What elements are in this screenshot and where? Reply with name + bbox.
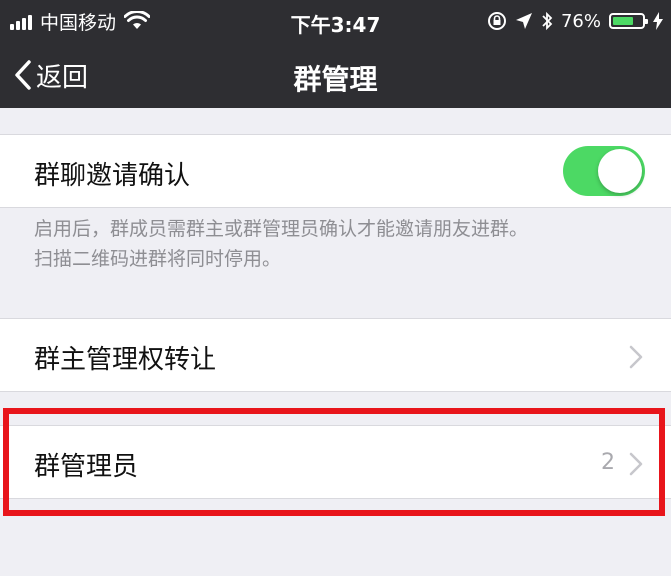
orientation-lock-icon bbox=[487, 12, 506, 30]
invite-confirm-description: 启用后，群成员需群主或群管理员确认才能邀请朋友进群。 扫描二维码进群将同时停用。 bbox=[34, 214, 664, 274]
description-line-2: 扫描二维码进群将同时停用。 bbox=[34, 248, 282, 270]
status-right: 76% bbox=[479, 9, 663, 33]
chevron-right-icon bbox=[629, 345, 643, 369]
charging-icon bbox=[653, 12, 663, 30]
group-admins-row[interactable]: 群管理员 2 bbox=[0, 425, 671, 499]
navigation-bar: 返回 群管理 bbox=[0, 42, 671, 108]
status-bar: 中国移动 下午3:47 76% bbox=[0, 0, 671, 42]
group-admins-count: 2 bbox=[601, 450, 615, 475]
transfer-owner-row[interactable]: 群主管理权转让 bbox=[0, 318, 671, 392]
battery-icon bbox=[609, 13, 648, 29]
transfer-owner-label: 群主管理权转让 bbox=[34, 345, 217, 375]
description-line-1: 启用后，群成员需群主或群管理员确认才能邀请朋友进群。 bbox=[34, 218, 529, 240]
toggle-knob bbox=[598, 149, 642, 193]
battery-percent: 76% bbox=[560, 10, 601, 32]
chevron-right-icon bbox=[629, 452, 643, 476]
invite-confirm-row: 群聊邀请确认 bbox=[0, 134, 671, 208]
page-title: 群管理 bbox=[293, 63, 378, 96]
location-icon bbox=[515, 13, 532, 29]
invite-confirm-label: 群聊邀请确认 bbox=[34, 161, 191, 191]
bluetooth-icon bbox=[542, 11, 553, 31]
invite-confirm-toggle[interactable] bbox=[563, 146, 645, 196]
group-admins-label: 群管理员 bbox=[34, 452, 139, 482]
